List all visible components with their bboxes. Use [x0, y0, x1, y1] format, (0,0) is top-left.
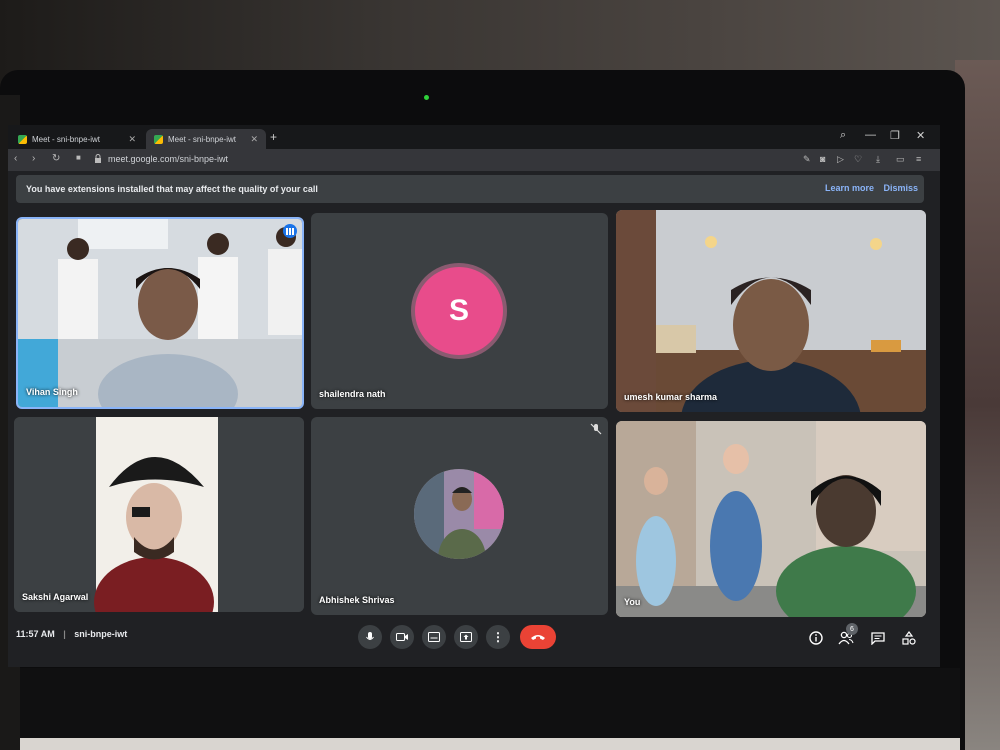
tab-meet-2[interactable]: Meet - sni-bnpe-iwt ✕ — [146, 129, 266, 149]
dismiss-button[interactable]: Dismiss — [883, 183, 918, 193]
participant-name: Abhishek Shrivas — [319, 595, 395, 605]
participant-video — [14, 417, 304, 612]
participant-tile[interactable]: Sakshi Agarwal — [14, 417, 304, 612]
video-camera-icon — [395, 633, 408, 641]
tab-meet-1[interactable]: Meet - sni-bnpe-iwt ✕ — [10, 129, 144, 149]
present-button[interactable] — [454, 625, 478, 649]
participant-tile[interactable]: S shailendra nath — [311, 213, 608, 409]
battery-icon[interactable]: ▭ — [896, 154, 905, 165]
people-count-badge: 6 — [846, 623, 858, 635]
more-vert-icon: ⋮ — [492, 630, 504, 644]
new-tab-icon[interactable]: + — [270, 130, 277, 144]
tab-label: Meet - sni-bnpe-iwt — [32, 134, 101, 144]
camera-icon[interactable]: ◙ — [820, 154, 825, 164]
webcam-light — [424, 95, 429, 100]
participant-name: shailendra nath — [319, 389, 386, 399]
meeting-details-button[interactable] — [808, 630, 824, 646]
hang-up-icon — [531, 635, 545, 640]
address-bar: ‹ › ↻ ■ meet.google.com/sni-bnpe-iwt ✎ ◙… — [8, 149, 940, 171]
play-icon[interactable]: ▷ — [837, 154, 844, 165]
meet-favicon-icon — [154, 134, 163, 144]
avatar — [414, 469, 504, 559]
captions-icon — [428, 632, 440, 642]
participant-name: Sakshi Agarwal — [22, 592, 89, 602]
participant-video — [18, 219, 302, 407]
edit-icon[interactable]: ✎ — [803, 154, 811, 165]
participant-video — [616, 210, 926, 412]
close-tab-icon[interactable]: ✕ — [128, 134, 136, 145]
close-window-icon[interactable]: ✕ — [916, 129, 925, 142]
download-icon[interactable]: ⤓ — [876, 154, 880, 165]
meeting-code: sni-bnpe-iwt — [74, 629, 128, 639]
more-options-button[interactable]: ⋮ — [486, 625, 510, 649]
participant-name: umesh kumar sharma — [624, 392, 718, 402]
avatar: S — [411, 263, 507, 359]
separator: | — [63, 629, 66, 639]
participant-name: Vihan Singh — [26, 387, 78, 397]
back-icon[interactable]: ‹ — [14, 153, 17, 164]
participant-video — [616, 421, 926, 617]
meet-favicon-icon — [18, 134, 27, 144]
mic-muted-icon — [590, 423, 602, 435]
chat-button[interactable] — [870, 630, 886, 646]
laptop-keyboard-edge — [20, 738, 960, 750]
participant-tile[interactable]: Vihan Singh — [16, 217, 304, 409]
learn-more-link[interactable]: Learn more — [825, 183, 874, 193]
tab-strip: Meet - sni-bnpe-iwt ✕ Meet - sni-bnpe-iw… — [8, 125, 940, 149]
reload-icon[interactable]: ↻ — [52, 153, 60, 164]
current-time: 11:57 AM — [16, 629, 55, 639]
maximize-icon[interactable]: ❐ — [890, 129, 900, 142]
activities-button[interactable] — [901, 630, 917, 646]
url-field[interactable]: meet.google.com/sni-bnpe-iwt — [108, 154, 228, 164]
mic-icon — [366, 632, 374, 640]
close-tab-icon[interactable]: ✕ — [250, 134, 258, 145]
info-icon — [809, 631, 823, 645]
participant-tile[interactable]: You — [616, 421, 926, 617]
present-screen-icon — [460, 632, 472, 642]
participant-name: You — [624, 597, 641, 607]
lock-icon — [95, 154, 101, 163]
minimize-icon[interactable]: — — [865, 129, 876, 141]
tab-label: Meet - sni-bnpe-iwt — [168, 134, 237, 144]
activities-icon — [902, 631, 916, 645]
banner-text: You have extensions installed that may a… — [26, 184, 318, 194]
participant-tile[interactable]: umesh kumar sharma — [616, 210, 926, 412]
participant-tile[interactable]: Abhishek Shrivas — [311, 417, 608, 615]
menu-icon[interactable]: ≡ — [916, 154, 921, 164]
camera-button[interactable] — [390, 625, 414, 649]
meeting-info: 11:57 AM | sni-bnpe-iwt — [16, 629, 127, 639]
extension-warning-banner: You have extensions installed that may a… — [16, 175, 924, 203]
heart-icon[interactable]: ♡ — [854, 154, 862, 165]
forward-icon[interactable]: › — [32, 153, 35, 164]
mic-button[interactable] — [358, 625, 382, 649]
chat-icon — [871, 631, 885, 645]
camera-status-icon[interactable]: ■ — [76, 153, 81, 162]
laptop-screen: Meet - sni-bnpe-iwt ✕ Meet - sni-bnpe-iw… — [8, 125, 940, 667]
captions-button[interactable] — [422, 625, 446, 649]
search-icon[interactable]: ⌕ — [840, 129, 846, 142]
leave-call-button[interactable] — [520, 625, 556, 649]
speaking-indicator-icon — [283, 224, 297, 238]
